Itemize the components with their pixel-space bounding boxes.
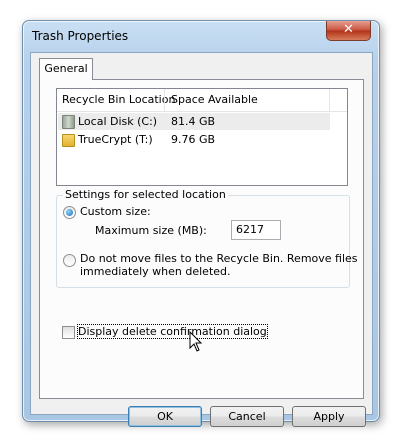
max-size-input[interactable]: 6217 (231, 220, 281, 240)
tab-general[interactable]: General (39, 58, 93, 80)
properties-window: Trash Properties ✕ General Recycle Bin L… (22, 20, 380, 427)
custom-size-radio[interactable] (63, 206, 76, 219)
general-tab-panel: Recycle Bin Location Space Available Loc… (39, 79, 364, 399)
arrow-cursor-icon (189, 331, 203, 352)
max-size-label: Maximum size (MB): (95, 224, 207, 237)
no-move-label-line2[interactable]: immediately when deleted. (80, 265, 231, 278)
group-title: Settings for selected location (63, 188, 228, 201)
recycle-bin-location-list[interactable]: Recycle Bin Location Space Available Loc… (56, 88, 348, 186)
folder-icon (62, 134, 75, 147)
column-divider[interactable] (164, 89, 165, 111)
apply-button[interactable]: Apply (292, 406, 366, 427)
column-header-location[interactable]: Recycle Bin Location (62, 93, 175, 106)
space-available: 9.76 GB (171, 133, 216, 146)
custom-size-label[interactable]: Custom size: (80, 205, 151, 218)
no-move-radio[interactable] (63, 254, 76, 267)
no-move-label-line1[interactable]: Do not move files to the Recycle Bin. Re… (80, 252, 358, 265)
window-title: Trash Properties (32, 29, 129, 43)
space-available: 81.4 GB (171, 115, 216, 128)
column-divider[interactable] (329, 89, 330, 111)
location-name: Local Disk (C:) (78, 115, 158, 128)
location-name: TrueCrypt (T:) (78, 133, 153, 146)
confirm-delete-label[interactable]: Display delete confirmation dialog (77, 324, 268, 339)
list-header: Recycle Bin Location Space Available (57, 89, 347, 112)
column-header-space[interactable]: Space Available (171, 93, 258, 106)
drive-icon (62, 115, 75, 129)
dialog-client-area: General Recycle Bin Location Space Avail… (30, 52, 373, 427)
settings-groupbox: Settings for selected location Custom si… (56, 188, 358, 288)
close-button[interactable]: ✕ (326, 21, 371, 41)
ok-button[interactable]: OK (128, 406, 202, 427)
cancel-button[interactable]: Cancel (210, 406, 284, 427)
list-item-local-disk[interactable]: Local Disk (C:) 81.4 GB (58, 113, 330, 130)
confirm-delete-checkbox[interactable] (62, 326, 75, 339)
list-item-truecrypt[interactable]: TrueCrypt (T:) 9.76 GB (58, 131, 330, 148)
